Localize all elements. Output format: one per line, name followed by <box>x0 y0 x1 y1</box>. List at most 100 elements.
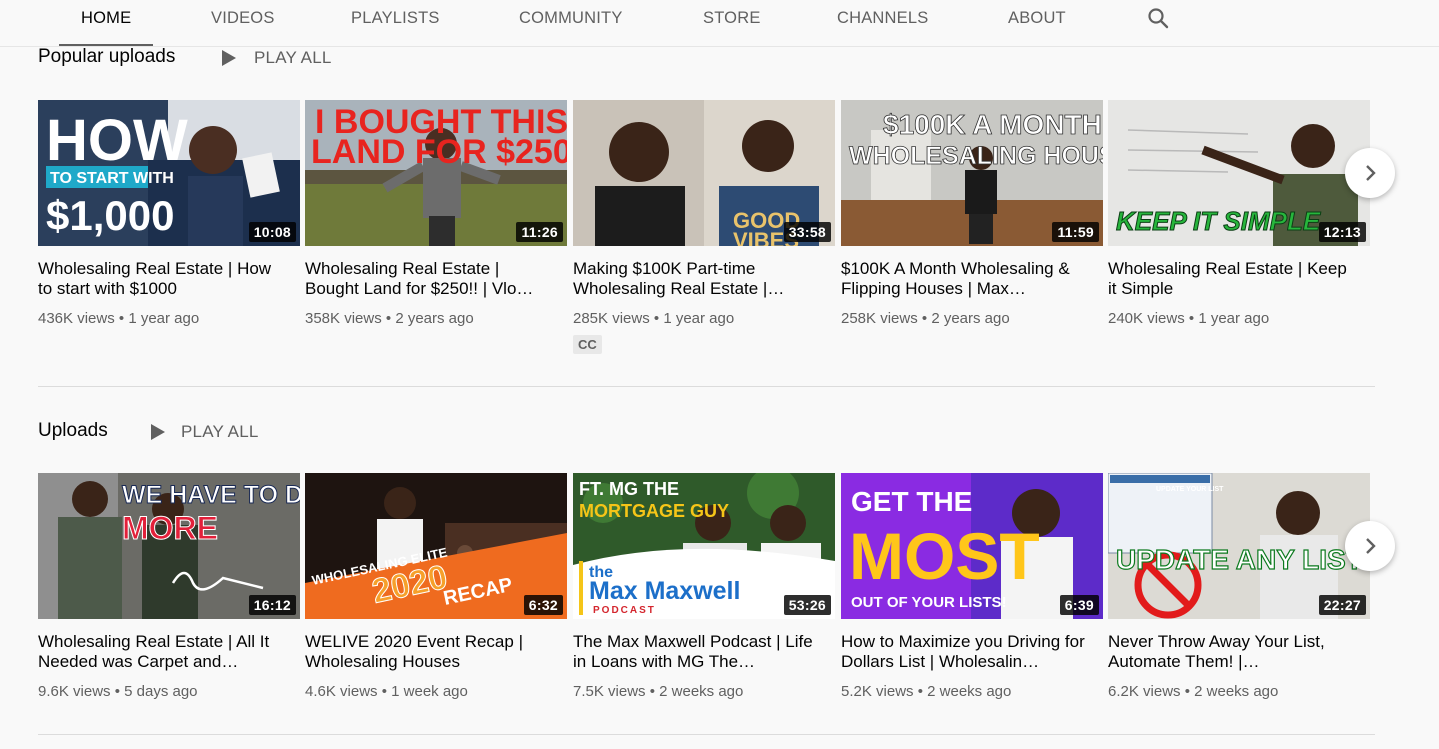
tab-community[interactable]: COMMUNITY <box>519 0 623 46</box>
video-card[interactable]: WE HAVE TO DO MORE 16:12 Wholesaling Rea… <box>38 473 300 700</box>
thumb-text: MORE <box>122 510 218 546</box>
video-duration: 53:26 <box>783 595 831 615</box>
video-thumbnail[interactable]: WE HAVE TO DO MORE 16:12 <box>38 473 300 619</box>
video-title[interactable]: Wholesaling Real Estate | All It Needed … <box>38 632 288 672</box>
video-thumbnail[interactable]: $100K A MONTH WHOLESALING HOUSES 11:59 <box>841 100 1103 246</box>
video-duration: 16:12 <box>248 595 296 615</box>
upload-age: 2 weeks ago <box>1194 683 1279 700</box>
thumb-text: HOW <box>46 108 188 173</box>
tab-about[interactable]: ABOUT <box>1008 0 1066 46</box>
video-title[interactable]: WELIVE 2020 Event Recap | Wholesaling Ho… <box>305 632 555 672</box>
shelf-title[interactable]: Popular uploads <box>38 46 175 68</box>
channel-tab-bar: HOME VIDEOS PLAYLISTS COMMUNITY STORE CH… <box>0 0 1439 47</box>
shelf-title[interactable]: Uploads <box>38 420 108 442</box>
video-meta: 4.6K views • 1 week ago <box>305 683 468 700</box>
tab-channels[interactable]: CHANNELS <box>837 0 928 46</box>
search-icon[interactable] <box>1146 6 1170 30</box>
video-card[interactable]: GET THE MOST OUT OF YOUR LISTS! 6:39 How… <box>841 473 1103 700</box>
video-meta: 436K views • 1 year ago <box>38 310 200 327</box>
view-count: 240K views <box>1108 310 1185 327</box>
video-thumbnail[interactable]: I BOUGHT THIS LAND FOR $250 11:26 <box>305 100 567 246</box>
video-duration: 11:59 <box>1052 222 1099 242</box>
thumb-text: PODCAST <box>593 605 656 616</box>
view-count: 4.6K views <box>305 683 378 700</box>
video-title[interactable]: Making $100K Part-time Wholesaling Real … <box>573 259 823 299</box>
video-card[interactable]: UPDATE YOUR LIST UPDATE ANY LIST 22:27 N… <box>1108 473 1370 700</box>
upload-age: 1 year ago <box>663 310 735 327</box>
thumb-text: KEEP IT SIMPLE <box>1116 206 1321 236</box>
video-meta: 7.5K views • 2 weeks ago <box>573 683 744 700</box>
shelf-divider <box>38 386 1375 387</box>
tab-store[interactable]: STORE <box>703 0 761 46</box>
video-title[interactable]: How to Maximize you Driving for Dollars … <box>841 632 1091 672</box>
video-title[interactable]: Wholesaling Real Estate | Bought Land fo… <box>305 259 555 299</box>
video-duration: 12:13 <box>1318 222 1366 242</box>
video-card[interactable]: WHOLESALING ELITE 2020 RECAP 6:32 WELIVE… <box>305 473 567 700</box>
video-thumbnail[interactable]: WHOLESALING ELITE 2020 RECAP 6:32 <box>305 473 567 619</box>
thumb-text: UPDATE ANY LIST <box>1116 544 1363 575</box>
view-count: 6.2K views <box>1108 683 1181 700</box>
closed-captions-badge: CC <box>573 335 602 354</box>
view-count: 7.5K views <box>573 683 646 700</box>
video-thumbnail[interactable]: FT. MG THE MORTGAGE GUY the Max Maxwell … <box>573 473 835 619</box>
view-count: 5.2K views <box>841 683 914 700</box>
thumb-text: WE HAVE TO DO <box>122 481 300 509</box>
tab-videos[interactable]: VIDEOS <box>211 0 275 46</box>
video-title[interactable]: Never Throw Away Your List, Automate The… <box>1108 632 1358 672</box>
video-card[interactable]: FT. MG THE MORTGAGE GUY the Max Maxwell … <box>573 473 835 700</box>
video-card[interactable]: HOW TO START WITH $1,000 10:08 Wholesali… <box>38 100 300 327</box>
video-meta: 358K views • 2 years ago <box>305 310 474 327</box>
video-title[interactable]: The Max Maxwell Podcast | Life in Loans … <box>573 632 823 672</box>
thumb-text: LAND FOR $250 <box>311 133 567 171</box>
video-thumbnail[interactable]: UPDATE YOUR LIST UPDATE ANY LIST 22:27 <box>1108 473 1370 619</box>
upload-age: 2 weeks ago <box>659 683 744 700</box>
tab-home[interactable]: HOME <box>58 0 154 46</box>
chevron-right-icon <box>1366 538 1376 554</box>
shelf-uploads: Uploads PLAY ALL WE HAVE TO DO MORE 16:1… <box>38 420 1395 740</box>
video-duration: 33:58 <box>783 222 831 242</box>
video-card[interactable]: $100K A MONTH WHOLESALING HOUSES 11:59 $… <box>841 100 1103 327</box>
play-icon <box>222 50 236 66</box>
shelf-next-button[interactable] <box>1345 521 1395 571</box>
video-title[interactable]: Wholesaling Real Estate | How to start w… <box>38 259 288 299</box>
video-card[interactable]: KEEP IT SIMPLE 12:13 Wholesaling Real Es… <box>1108 100 1370 327</box>
thumb-text: OUT OF YOUR LISTS! <box>851 594 1007 611</box>
video-duration: 22:27 <box>1318 595 1366 615</box>
shelf-popular-uploads: Popular uploads PLAY ALL HOW TO START WI… <box>38 46 1395 388</box>
thumb-text: WHOLESALING HOUSES <box>849 142 1103 170</box>
video-thumbnail[interactable]: HOW TO START WITH $1,000 10:08 <box>38 100 300 246</box>
upload-age: 5 days ago <box>124 683 198 700</box>
video-duration: 6:39 <box>1059 595 1099 615</box>
shelf-next-button[interactable] <box>1345 148 1395 198</box>
view-count: 285K views <box>573 310 650 327</box>
thumb-text: MOST <box>849 519 1040 593</box>
thumb-text: FT. MG THE <box>579 479 679 499</box>
thumb-text: UPDATE YOUR LIST <box>1156 486 1224 493</box>
view-count: 258K views <box>841 310 918 327</box>
video-thumbnail[interactable]: KEEP IT SIMPLE 12:13 <box>1108 100 1370 246</box>
video-card[interactable]: I BOUGHT THIS LAND FOR $250 11:26 Wholes… <box>305 100 567 327</box>
thumb-text: $1,000 <box>46 192 174 239</box>
thumb-text: MORTGAGE GUY <box>579 501 729 521</box>
upload-age: 2 years ago <box>931 310 1010 327</box>
video-meta: 258K views • 2 years ago <box>841 310 1010 327</box>
thumb-text: $100K A MONTH <box>883 109 1102 140</box>
play-all-label: PLAY ALL <box>254 48 332 67</box>
video-title[interactable]: $100K A Month Wholesaling & Flipping Hou… <box>841 259 1091 299</box>
play-icon <box>151 424 165 440</box>
video-duration: 6:32 <box>523 595 563 615</box>
video-card[interactable]: GOOD VIBES 33:58 Making $100K Part-time … <box>573 100 835 354</box>
video-meta: 9.6K views • 5 days ago <box>38 683 198 700</box>
tab-playlists[interactable]: PLAYLISTS <box>351 0 440 46</box>
upload-age: 1 week ago <box>391 683 468 700</box>
thumb-text: TO START WITH <box>50 170 174 187</box>
thumb-text: GET THE <box>851 486 972 517</box>
video-thumbnail[interactable]: GOOD VIBES 33:58 <box>573 100 835 246</box>
upload-age: 2 years ago <box>395 310 474 327</box>
video-duration: 11:26 <box>516 222 563 242</box>
view-count: 358K views <box>305 310 382 327</box>
thumb-text: Max Maxwell <box>589 577 740 605</box>
video-title[interactable]: Wholesaling Real Estate | Keep it Simple <box>1108 259 1358 299</box>
video-thumbnail[interactable]: GET THE MOST OUT OF YOUR LISTS! 6:39 <box>841 473 1103 619</box>
shelf-divider <box>38 734 1375 735</box>
